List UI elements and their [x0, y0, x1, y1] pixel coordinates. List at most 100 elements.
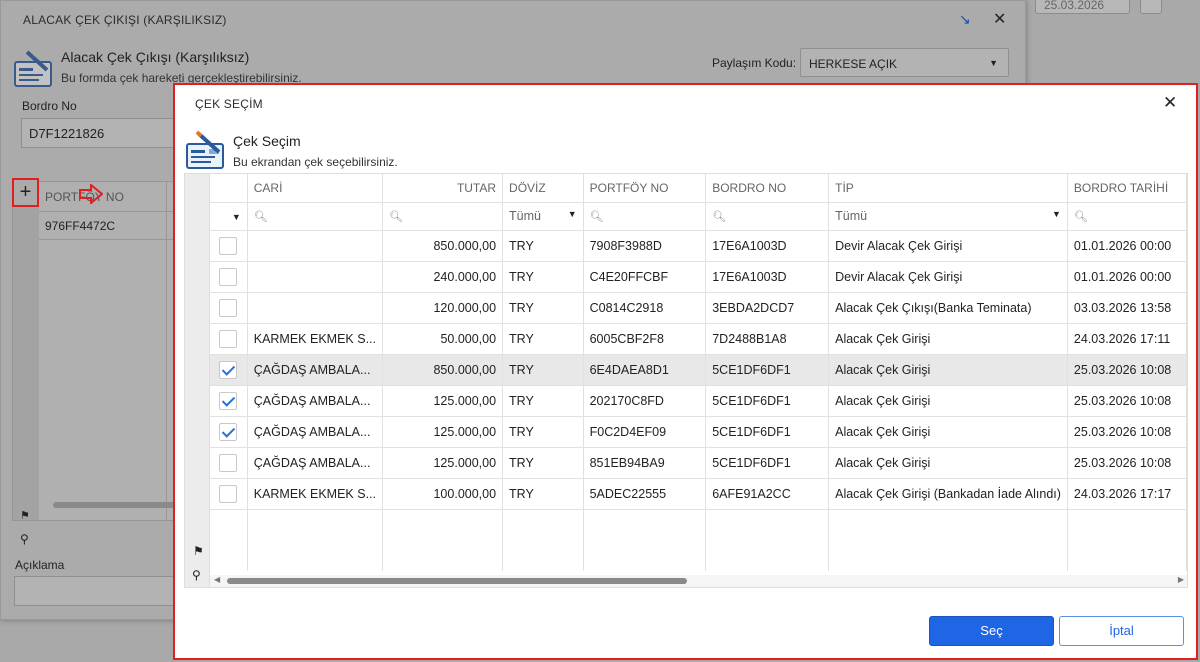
- collapse-arrow-icon[interactable]: ↘: [959, 11, 971, 28]
- search-icon: 🔍︎: [253, 211, 268, 223]
- row-checkbox-cell[interactable]: [210, 416, 248, 448]
- close-icon[interactable]: ✕: [1163, 93, 1177, 113]
- cell-tip: Alacak Çek Girişi: [828, 416, 1068, 448]
- column-header-bordro-no[interactable]: BORDRO NO: [705, 174, 830, 203]
- filter-portfoy[interactable]: 🔍︎: [583, 202, 707, 231]
- filter-doviz-value: Tümü: [509, 209, 541, 223]
- row-checkbox-cell[interactable]: [210, 292, 248, 324]
- cell-doviz: TRY: [502, 478, 584, 510]
- empty-cell: [247, 509, 384, 571]
- share-code-label: Paylaşım Kodu:: [712, 56, 797, 70]
- column-header-tip[interactable]: TİP: [828, 174, 1068, 203]
- column-header-bordro-tarihi[interactable]: BORDRO TARİHİ: [1067, 174, 1187, 203]
- filter-bordro[interactable]: 🔍︎: [705, 202, 830, 231]
- scroll-right-icon[interactable]: ▶: [1178, 575, 1184, 584]
- dialog-title: ÇEK SEÇİM: [195, 97, 263, 111]
- table-row[interactable]: ÇAĞDAŞ AMBALA... 125.000,00 TRY F0C2D4EF09 5…: [210, 416, 1187, 448]
- table-row[interactable]: ÇAĞDAŞ AMBALA... 125.000,00 TRY 851EB94BA9 5…: [210, 447, 1187, 479]
- select-filter-dropdown[interactable]: ▼: [210, 202, 248, 231]
- row-checkbox-cell[interactable]: [210, 447, 248, 479]
- cell-doviz: TRY: [502, 354, 584, 386]
- row-checkbox-cell[interactable]: [210, 230, 248, 262]
- filter-cari[interactable]: 🔍︎: [247, 202, 384, 231]
- row-checkbox[interactable]: [219, 298, 238, 317]
- filter-doviz-select[interactable]: Tümü ▼: [502, 202, 584, 231]
- row-checkbox[interactable]: [219, 236, 238, 255]
- outer-dialog-title: ALACAK ÇEK ÇIKIŞI (KARŞILIKSIZ): [23, 13, 227, 27]
- bookmark-icon[interactable]: ⚑: [193, 544, 204, 558]
- column-header-portfoy-no[interactable]: PORTFÖY NO: [583, 174, 707, 203]
- outer-grid-row[interactable]: 976FF4472C: [39, 212, 181, 240]
- column-header-doviz[interactable]: DÖVİZ: [502, 174, 584, 203]
- cell-bordro-tarihi: 24.03.2026 17:11: [1067, 323, 1187, 355]
- cell-cari: ÇAĞDAŞ AMBALA...: [247, 354, 384, 386]
- row-checkbox-cell[interactable]: [210, 323, 248, 355]
- row-checkbox[interactable]: [219, 329, 238, 348]
- cell-bordro-no: 5CE1DF6DF1: [705, 385, 830, 417]
- row-checkbox[interactable]: [219, 360, 238, 379]
- cell-cari: ÇAĞDAŞ AMBALA...: [247, 385, 384, 417]
- cell-bordro-tarihi: 25.03.2026 10:08: [1067, 416, 1187, 448]
- dialog-heading: Çek Seçim: [233, 133, 301, 149]
- table-row[interactable]: KARMEK EKMEK S... 100.000,00 TRY 5ADEC22555…: [210, 478, 1187, 510]
- bookmark-icon[interactable]: ⚑: [20, 509, 30, 522]
- row-checkbox[interactable]: [219, 267, 238, 286]
- search-icon: 🔍︎: [1073, 211, 1088, 223]
- column-header-tutar[interactable]: TUTAR: [382, 174, 504, 203]
- lightbulb-icon[interactable]: ⚲: [192, 568, 201, 582]
- cell-tutar: 125.000,00: [382, 385, 504, 417]
- empty-cell: [1067, 509, 1187, 571]
- add-button[interactable]: +: [12, 178, 39, 207]
- cell-bordro-tarihi: 25.03.2026 10:08: [1067, 385, 1187, 417]
- table-row[interactable]: ÇAĞDAŞ AMBALA... 850.000,00 TRY 6E4DAEA8D1 5…: [210, 354, 1187, 386]
- table-row[interactable]: 120.000,00 TRY C0814C2918 3EBDA2DCD7 Alacak …: [210, 292, 1187, 324]
- cell-doviz: TRY: [502, 416, 584, 448]
- close-icon[interactable]: ✕: [993, 9, 1006, 29]
- row-checkbox[interactable]: [219, 391, 238, 410]
- select-button[interactable]: Seç: [929, 616, 1054, 646]
- row-checkbox-cell[interactable]: [210, 354, 248, 386]
- table-row[interactable]: 850.000,00 TRY 7908F3988D 17E6A1003D Devir A…: [210, 230, 1187, 262]
- cell-portfoy-no: C4E20FFCBF: [583, 261, 707, 293]
- outer-grid-scrollbar[interactable]: [53, 502, 183, 508]
- outer-grid-divider: [166, 182, 167, 520]
- cell-doviz: TRY: [502, 261, 584, 293]
- scrollbar-thumb[interactable]: [227, 578, 687, 584]
- row-checkbox[interactable]: [219, 422, 238, 441]
- filter-tip-select[interactable]: Tümü ▼: [828, 202, 1068, 231]
- scroll-left-icon[interactable]: ◀: [214, 575, 220, 584]
- cell-cari: ÇAĞDAŞ AMBALA...: [247, 447, 384, 479]
- row-checkbox[interactable]: [219, 484, 238, 503]
- row-checkbox-cell[interactable]: [210, 478, 248, 510]
- cell-tutar: 50.000,00: [382, 323, 504, 355]
- cancel-button[interactable]: İptal: [1059, 616, 1184, 646]
- cell-doviz: TRY: [502, 230, 584, 262]
- row-checkbox-cell[interactable]: [210, 385, 248, 417]
- cell-portfoy-no: 851EB94BA9: [583, 447, 707, 479]
- aciklama-label: Açıklama: [15, 558, 65, 572]
- row-checkbox-cell[interactable]: [210, 261, 248, 293]
- filter-tarih[interactable]: 🔍︎: [1067, 202, 1187, 231]
- table-row[interactable]: KARMEK EKMEK S... 50.000,00 TRY 6005CBF2F8 7…: [210, 323, 1187, 355]
- table-row[interactable]: ÇAĞDAŞ AMBALA... 125.000,00 TRY 202170C8FD 5…: [210, 385, 1187, 417]
- table-row[interactable]: 240.000,00 TRY C4E20FFCBF 17E6A1003D Devir A…: [210, 261, 1187, 293]
- lightbulb-icon[interactable]: ⚲: [20, 532, 29, 546]
- cell-bordro-tarihi: 03.03.2026 13:58: [1067, 292, 1187, 324]
- empty-cell: [828, 509, 1068, 571]
- check-document-icon: [14, 50, 52, 87]
- bordro-no-field[interactable]: D7F1221826: [21, 118, 181, 148]
- filter-tutar[interactable]: 🔍︎: [382, 202, 504, 231]
- horizontal-scrollbar[interactable]: ◀ ▶: [210, 575, 1187, 587]
- empty-cell: [583, 509, 707, 571]
- cek-grid: ⚑ ⚲ CARİ TUTAR DÖVİZ PORTFÖY NO BORDRO N…: [184, 173, 1188, 588]
- select-column-header: [210, 174, 248, 203]
- outer-grid: PORTFÖY NO 976FF4472C ⚑ ⚲: [12, 181, 183, 546]
- aciklama-field[interactable]: [14, 576, 174, 606]
- check-document-icon: [186, 130, 224, 169]
- share-code-select[interactable]: HERKESE AÇIK ▼: [800, 48, 1009, 77]
- cell-bordro-tarihi: 01.01.2026 00:00: [1067, 230, 1187, 262]
- column-header-cari[interactable]: CARİ: [247, 174, 384, 203]
- cell-doviz: TRY: [502, 385, 584, 417]
- row-checkbox[interactable]: [219, 453, 238, 472]
- cell-tip: Alacak Çek Girişi (Bankadan İade Alındı): [828, 478, 1068, 510]
